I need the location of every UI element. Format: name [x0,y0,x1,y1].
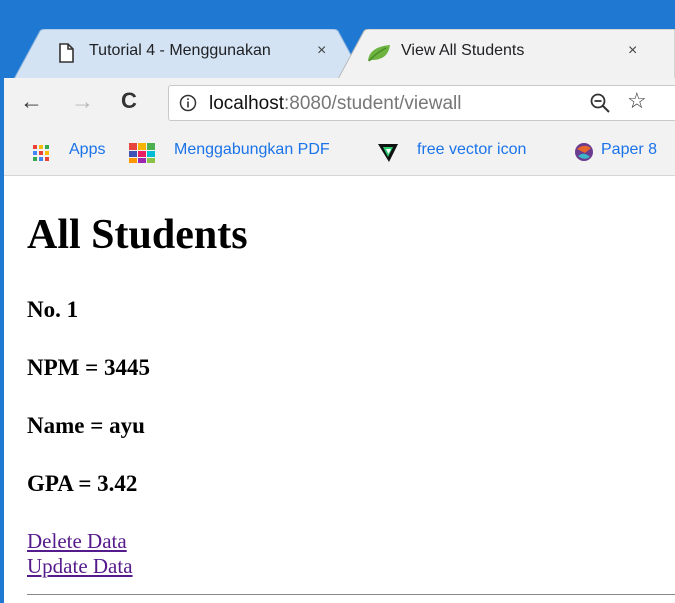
close-icon[interactable]: × [317,42,326,60]
bookmark-star-icon[interactable]: ☆ [627,88,647,114]
document-icon [59,43,74,63]
browser-toolbar: ← → C localhost:8080/student/viewall ☆ [0,78,675,128]
address-bar[interactable]: localhost:8080/student/viewall ☆ [168,85,675,121]
tab-tutorial-4[interactable]: Tutorial 4 - Menggunakan × [14,29,364,79]
apps-grid-icon [33,145,49,161]
tab-title: Tutorial 4 - Menggunakan [89,42,271,59]
student-number: No. 1 [27,297,79,322]
update-data-link[interactable]: Update Data [27,554,133,579]
info-icon[interactable] [179,94,197,112]
url-text: localhost:8080/student/viewall [209,93,461,115]
tab-title: View All Students [401,42,525,59]
page-content: All Students No. 1 NPM = 3445 Name = ayu… [4,176,675,603]
url-path: :8080/student/viewall [284,93,462,114]
reload-button[interactable]: C [121,86,137,116]
divider [27,594,675,595]
bookmarks-bar: Apps Menggabungkan PDF free vector icon … [0,128,675,176]
vector-icon [378,144,398,162]
forward-button[interactable]: → [71,86,94,116]
tab-view-all-students[interactable]: View All Students × [338,29,675,79]
back-button[interactable]: ← [20,86,43,116]
delete-data-link[interactable]: Delete Data [27,529,127,554]
window-titlebar: Tutorial 4 - Menggunakan × View All Stud… [0,0,675,79]
student-npm: NPM = 3445 [27,355,150,380]
bookmark-paper[interactable]: Paper 8 [601,141,675,159]
spring-leaf-icon [368,45,390,62]
student-name: Name = ayu [27,413,145,438]
paper-icon [575,143,593,161]
page-title: All Students [27,212,248,258]
bookmark-menggabungkan-pdf[interactable]: Menggabungkan PDF [174,141,344,159]
pdf-merge-icon [129,143,155,163]
close-icon[interactable]: × [628,42,637,60]
student-gpa: GPA = 3.42 [27,471,138,496]
bookmark-apps[interactable]: Apps [69,141,105,159]
zoom-icon[interactable] [589,92,611,114]
url-host: localhost [209,93,284,114]
bookmark-free-vector-icon[interactable]: free vector icon [417,141,526,159]
